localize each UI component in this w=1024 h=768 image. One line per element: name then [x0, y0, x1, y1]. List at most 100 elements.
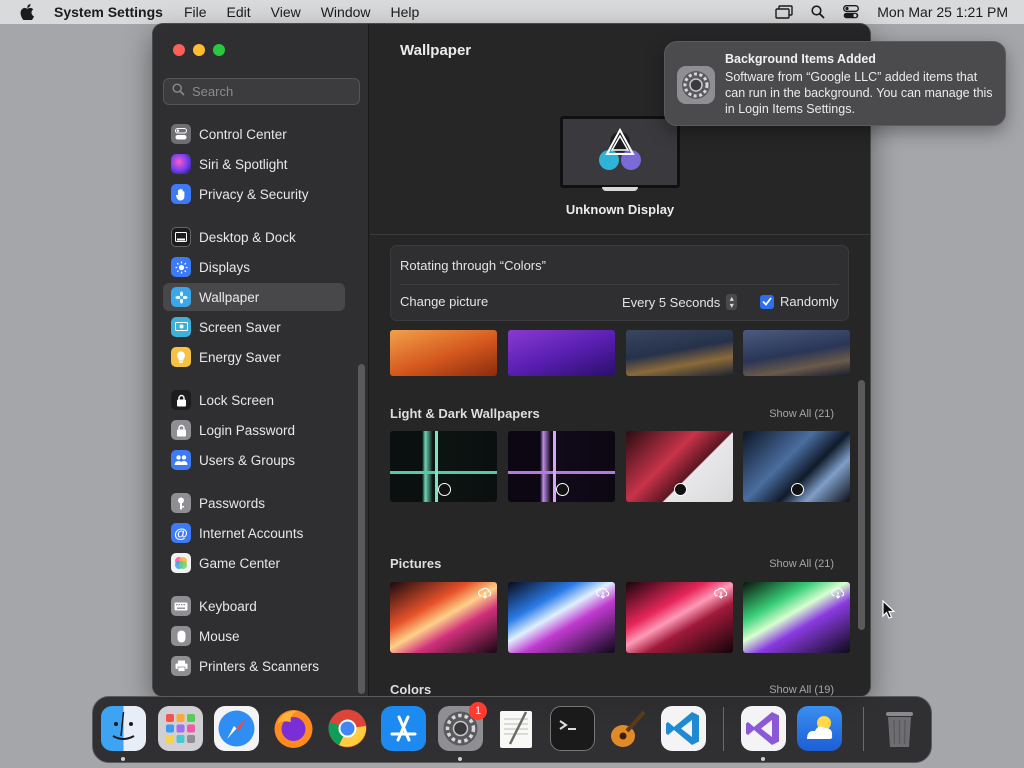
padlock-icon: [171, 420, 191, 440]
rotation-settings-box: Rotating through “Colors” Change picture…: [390, 245, 849, 321]
download-icon: [714, 587, 728, 599]
minimize-button[interactable]: [193, 44, 205, 56]
users-icon: [171, 450, 191, 470]
sidebar-item-label: Privacy & Security: [199, 186, 309, 202]
dock-separator: [863, 707, 864, 751]
display-label: Unknown Display: [565, 202, 675, 217]
dock-firefox[interactable]: [271, 706, 316, 751]
menu-help[interactable]: Help: [381, 4, 430, 20]
close-button[interactable]: [173, 44, 185, 56]
mouse-icon: [171, 626, 191, 646]
dock-trash[interactable]: [877, 706, 922, 751]
change-picture-label: Change picture: [400, 294, 489, 309]
dock-chrome[interactable]: [325, 706, 370, 751]
wallpaper-thumbnail[interactable]: [626, 582, 733, 653]
zoom-button[interactable]: [213, 44, 225, 56]
wallpaper-thumbnail[interactable]: [626, 330, 733, 376]
interval-popup[interactable]: Every 5 Seconds ▴ ▾: [622, 294, 738, 310]
sidebar-item-displays[interactable]: Displays: [163, 253, 345, 281]
wallpaper-thumbnail[interactable]: [508, 431, 615, 502]
display-stand: [602, 187, 638, 191]
control-center-icon[interactable]: [843, 5, 860, 19]
sidebar-item-energy-saver[interactable]: Energy Saver: [163, 343, 345, 371]
wallpaper-thumbnail[interactable]: [390, 330, 497, 376]
sidebar-item-lock-screen[interactable]: Lock Screen: [163, 386, 345, 414]
dock-visual-studio[interactable]: [741, 706, 786, 751]
menu-file[interactable]: File: [174, 4, 217, 20]
wallpaper-thumbnail[interactable]: [743, 582, 850, 653]
search-icon[interactable]: [811, 5, 825, 19]
sidebar-item-keyboard[interactable]: Keyboard: [163, 592, 345, 620]
notification-banner[interactable]: Background Items Added Software from “Go…: [664, 41, 1006, 126]
weather-icon: [807, 716, 833, 739]
wallpaper-thumbnail[interactable]: [390, 431, 497, 502]
dock-vscode[interactable]: [661, 706, 706, 751]
sidebar-item-wallpaper[interactable]: Wallpaper: [163, 283, 345, 311]
wallpaper-thumbnail[interactable]: [743, 330, 850, 376]
search-input[interactable]: [192, 84, 352, 99]
running-indicator: [458, 757, 462, 761]
sidebar-item-game-center[interactable]: Game Center: [163, 549, 345, 577]
at-icon: @: [171, 523, 191, 543]
display-preview: [560, 116, 680, 188]
hand-icon: [171, 184, 191, 204]
sidebar-item-screen-saver[interactable]: Screen Saver: [163, 313, 345, 341]
wallpaper-thumbnail[interactable]: [743, 431, 850, 502]
dock-app-store[interactable]: [381, 706, 426, 751]
section-title: Light & Dark Wallpapers: [390, 406, 540, 421]
dock: 1: [92, 696, 932, 763]
wallpaper-thumbnail[interactable]: [390, 582, 497, 653]
randomly-checkbox[interactable]: Randomly: [760, 294, 839, 309]
sidebar-item-label: Siri & Spotlight: [199, 156, 288, 172]
search-field[interactable]: [163, 78, 360, 105]
trash-icon: [886, 712, 913, 747]
search-icon: [172, 82, 185, 101]
wallpaper-thumbnail[interactable]: [508, 582, 615, 653]
wallpaper-thumbnail[interactable]: [626, 431, 733, 502]
wallpaper-thumbnail[interactable]: [508, 330, 615, 376]
menu-edit[interactable]: Edit: [217, 4, 261, 20]
sidebar-item-printers-scanners[interactable]: Printers & Scanners: [163, 652, 345, 680]
menu-view[interactable]: View: [261, 4, 311, 20]
screen-saver-icon: [171, 317, 191, 337]
show-all-button[interactable]: Show All (21): [769, 408, 834, 420]
dock-finder[interactable]: [101, 706, 146, 751]
show-all-button[interactable]: Show All (21): [769, 558, 834, 570]
sidebar-item-login-password[interactable]: Login Password: [163, 416, 345, 444]
dock-terminal[interactable]: [550, 706, 595, 751]
screen-mirroring-icon[interactable]: [775, 5, 793, 19]
wallpaper-preview-icon: [599, 127, 641, 170]
sidebar-item-label: Game Center: [199, 555, 281, 571]
vscode-icon: [666, 712, 699, 745]
dock-garageband[interactable]: [606, 706, 651, 751]
sidebar-item-label: Printers & Scanners: [199, 658, 320, 674]
launchpad-icon: [166, 714, 195, 743]
light-dark-mode-icon: [673, 483, 687, 496]
dock-launchpad[interactable]: [158, 706, 203, 751]
sidebar-item-desktop-dock[interactable]: Desktop & Dock: [163, 223, 345, 251]
page-title: Wallpaper: [400, 42, 472, 59]
menu-window[interactable]: Window: [311, 4, 381, 20]
show-all-button[interactable]: Show All (19): [769, 684, 834, 696]
sidebar-item-mouse[interactable]: Mouse: [163, 622, 345, 650]
sidebar-scrollbar[interactable]: [358, 364, 365, 694]
dock-weather[interactable]: [797, 706, 842, 751]
main-scrollbar[interactable]: [858, 380, 865, 630]
sidebar-item-users-groups[interactable]: Users & Groups: [163, 446, 345, 474]
menu-clock[interactable]: Mon Mar 25 1:21 PM: [877, 4, 1008, 20]
dock-safari[interactable]: [214, 706, 259, 751]
apple-menu-icon[interactable]: [0, 4, 54, 20]
sidebar-item-control-center[interactable]: Control Center: [163, 120, 345, 148]
keyboard-icon: [171, 596, 191, 616]
sidebar-item-passwords[interactable]: Passwords: [163, 489, 345, 517]
dock-textedit[interactable]: [494, 706, 539, 751]
sun-icon: [171, 257, 191, 277]
guitar-icon: [611, 710, 646, 747]
chevron-up-down-icon: ▴ ▾: [726, 294, 738, 310]
menu-app-name[interactable]: System Settings: [54, 4, 174, 20]
divider: [370, 234, 870, 235]
sidebar-item-siri-spotlight[interactable]: Siri & Spotlight: [163, 150, 345, 178]
sidebar-item-privacy-security[interactable]: Privacy & Security: [163, 180, 345, 208]
sidebar-item-internet-accounts[interactable]: @ Internet Accounts: [163, 519, 345, 547]
sidebar-item-label: Wallpaper: [199, 289, 260, 305]
